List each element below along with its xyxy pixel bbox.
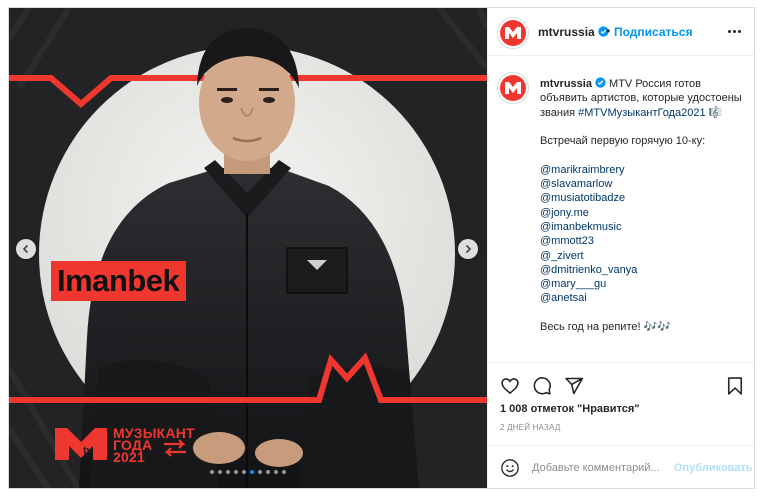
- likes-count[interactable]: 1 008 отметок "Нравится": [500, 403, 640, 415]
- comment-button[interactable]: [532, 376, 552, 396]
- add-comment-row: Опубликовать: [488, 445, 754, 488]
- caption-avatar[interactable]: [497, 72, 529, 104]
- caption-hashtag-emoji: 🎼: [708, 106, 723, 119]
- mtv-avatar-icon: [500, 20, 526, 46]
- mtv-logo: tv: [55, 428, 107, 460]
- mentions-list: @marikraimbrery @slavamarlow @musiatotibad…: [540, 163, 750, 306]
- comments-area: mtvrussia MTV Россия готов объявить арти…: [488, 57, 754, 357]
- mention-link[interactable]: @anetsai: [540, 291, 750, 305]
- caption-intro: Встречай первую горячую 10-ку:: [540, 135, 706, 148]
- repeat-arrows-icon: [164, 439, 186, 457]
- carousel-dot: [226, 470, 230, 474]
- svg-text:tv: tv: [83, 445, 94, 457]
- more-options-icon[interactable]: [728, 30, 741, 33]
- mention-link[interactable]: @mmott23: [540, 234, 750, 248]
- header-separator: •: [606, 24, 611, 38]
- carousel-dot: [282, 470, 286, 474]
- bookmark-icon: [727, 377, 743, 395]
- like-button[interactable]: [500, 376, 520, 396]
- instagram-post: Imanbek tv МУЗЫКАНТ ГОДА 2021 mtvrussia …: [8, 7, 755, 489]
- comment-icon: [533, 377, 551, 395]
- carousel-dot: [234, 470, 238, 474]
- save-button[interactable]: [725, 376, 745, 396]
- header-username[interactable]: mtvrussia: [538, 25, 609, 39]
- mention-link[interactable]: @jony.me: [540, 206, 750, 220]
- send-icon: [565, 377, 584, 395]
- post-sidebar: mtvrussia • Подписаться mtvrussia MTV Ро…: [487, 8, 754, 488]
- carousel-dot: [210, 470, 214, 474]
- carousel-dot: [274, 470, 278, 474]
- follow-button[interactable]: Подписаться: [614, 25, 692, 39]
- comment-input[interactable]: [532, 458, 672, 478]
- verified-badge-icon: [595, 77, 606, 88]
- carousel-dot: [218, 470, 222, 474]
- carousel-dot: [242, 470, 246, 474]
- post-image[interactable]: Imanbek tv МУЗЫКАНТ ГОДА 2021: [9, 8, 487, 488]
- mention-link[interactable]: @musiatotibadze: [540, 191, 750, 205]
- post-timestamp[interactable]: 2 ДНЕЙ НАЗАД: [500, 423, 560, 432]
- emoji-icon[interactable]: [500, 458, 520, 478]
- header-username-text[interactable]: mtvrussia: [538, 25, 595, 39]
- post-artwork: [9, 8, 487, 488]
- post-header: mtvrussia • Подписаться: [488, 8, 754, 56]
- post-caption: mtvrussia MTV Россия готов объявить арти…: [540, 77, 750, 334]
- mention-link[interactable]: @mary___gu: [540, 277, 750, 291]
- carousel-dot: [258, 470, 262, 474]
- caption-outro: Весь год на репите! 🎶🎶: [540, 321, 671, 334]
- mention-link[interactable]: @imanbekmusic: [540, 220, 750, 234]
- share-button[interactable]: [564, 376, 584, 396]
- chevron-left-icon: [22, 244, 29, 254]
- publish-button[interactable]: Опубликовать: [674, 462, 753, 474]
- carousel-dot: [250, 470, 254, 474]
- mention-link[interactable]: @_zivert: [540, 249, 750, 263]
- previous-slide-button[interactable]: [16, 239, 36, 259]
- mention-link[interactable]: @dmitrienko_vanya: [540, 263, 750, 277]
- chevron-right-icon: [465, 244, 472, 254]
- action-bar: [488, 362, 754, 402]
- artist-name-label: Imanbek: [51, 261, 187, 301]
- mention-link[interactable]: @marikraimbrery: [540, 163, 750, 177]
- mention-link[interactable]: @slavamarlow: [540, 177, 750, 191]
- avatar[interactable]: [497, 17, 529, 49]
- heart-icon: [501, 378, 519, 395]
- caption-username[interactable]: mtvrussia: [540, 78, 592, 90]
- next-slide-button[interactable]: [458, 239, 478, 259]
- carousel-dot: [266, 470, 270, 474]
- caption-hashtag[interactable]: #MTVМузыкантГода2021: [578, 107, 705, 119]
- mtv-avatar-icon: [500, 75, 526, 101]
- carousel-indicator: [210, 470, 286, 474]
